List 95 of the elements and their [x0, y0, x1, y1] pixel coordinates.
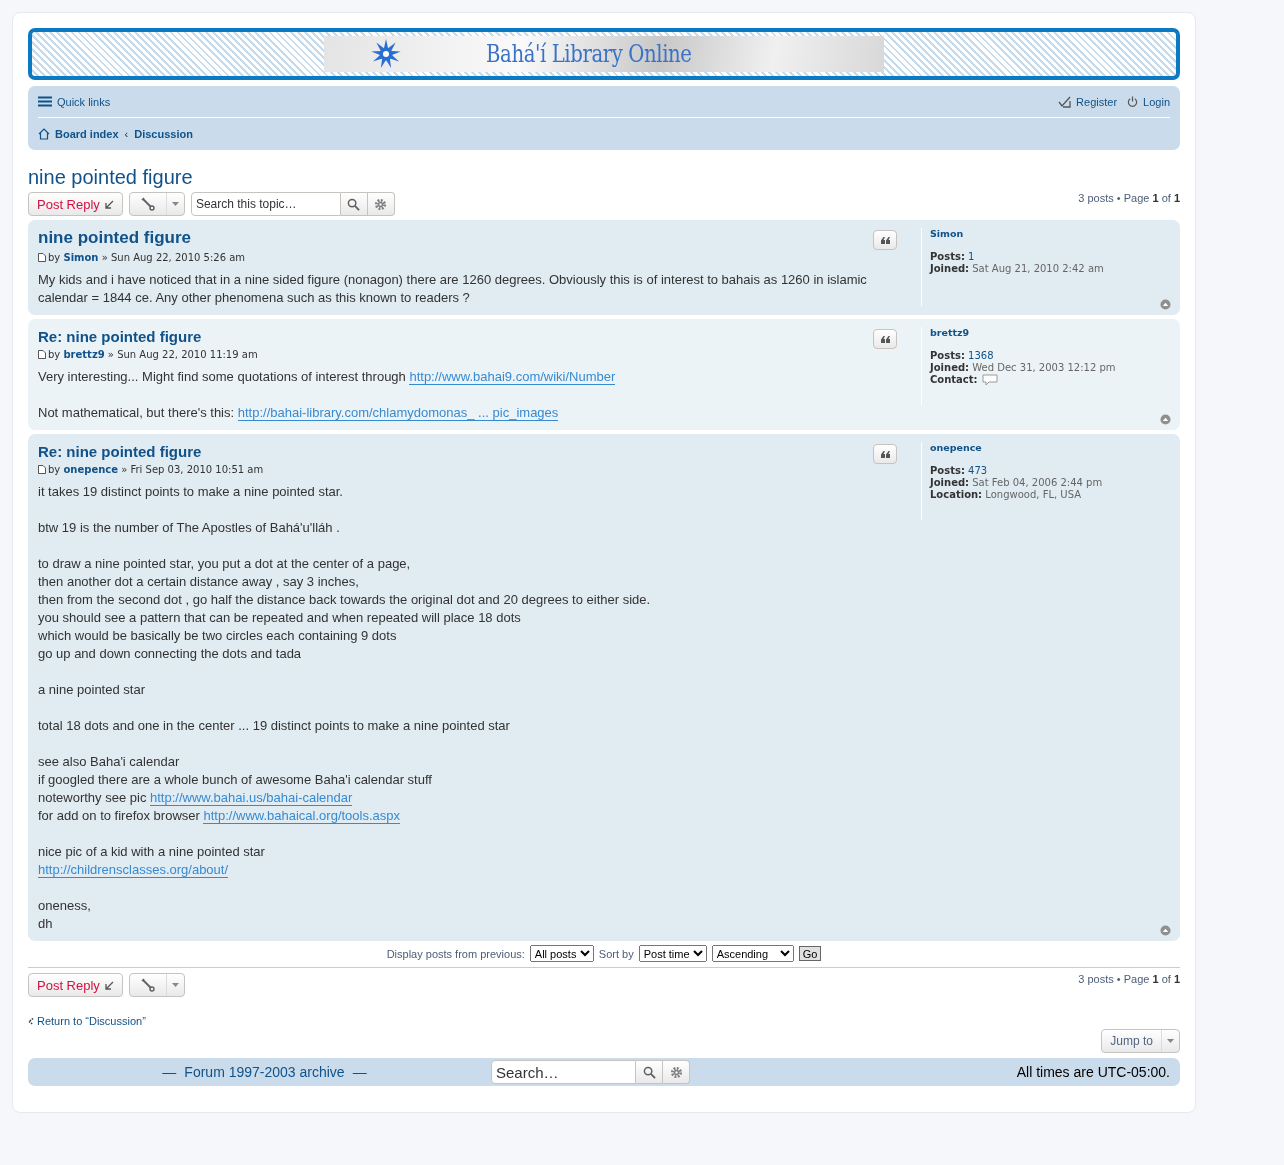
- sort-label: Sort by: [598, 947, 634, 960]
- advanced-search-button[interactable]: [663, 1060, 690, 1084]
- star-icon: [370, 38, 402, 70]
- profile-label: Posts:: [930, 350, 965, 361]
- sort-direction-dropdown[interactable]: Ascending: [711, 945, 794, 962]
- site-search-field[interactable]: Search…: [491, 1060, 636, 1084]
- return-link[interactable]: Return to “Discussion”: [37, 1015, 146, 1027]
- sort-key-dropdown[interactable]: Post time: [638, 945, 707, 962]
- power-icon: [1127, 96, 1139, 107]
- menu-icon: [38, 96, 52, 107]
- register-link[interactable]: Register: [1058, 95, 1118, 108]
- document-icon: [38, 253, 46, 262]
- home-icon: [38, 128, 50, 140]
- quote-button[interactable]: [873, 230, 897, 250]
- profile-label: Location:: [930, 489, 983, 500]
- topic-title[interactable]: nine pointed figure: [28, 166, 1180, 189]
- search-icon: [642, 1065, 656, 1079]
- arrow-icon: [104, 199, 114, 209]
- archive-link[interactable]: Forum 1997-2003 archive: [184, 1064, 345, 1080]
- profile-label: Joined:: [930, 263, 970, 274]
- jump-to-button[interactable]: Jump to: [1101, 1029, 1180, 1053]
- profile-label: Contact:: [930, 374, 978, 386]
- profile-value: Longwood, FL, USA: [985, 489, 1081, 500]
- caret-icon: [171, 202, 179, 206]
- post-count-link[interactable]: 1: [968, 251, 975, 262]
- logo-text: Bahá'í Library Online: [486, 40, 692, 68]
- wrench-icon: [140, 197, 155, 211]
- post-title[interactable]: nine pointed figure: [38, 228, 191, 248]
- display-label: Display posts from previous:: [386, 947, 525, 960]
- dash-text: —: [162, 1064, 177, 1080]
- quote-icon: [880, 236, 890, 244]
- profile-label: Posts:: [930, 251, 965, 262]
- post-byline: by Simon » Sun Aug 22, 2010 5:26 am: [48, 252, 246, 263]
- advanced-search-button[interactable]: [367, 192, 395, 216]
- back-to-top-icon[interactable]: [1160, 414, 1171, 425]
- days-dropdown[interactable]: All posts: [529, 945, 594, 962]
- post-content: My kids and i have noticed that in a nine sided figure (nonagon) there are 1260 degrees. Obviously this is of interest to bahais as 1260 in islamic calendar = 1844 ce. Any other phenomena such as this known to readers ?: [38, 271, 868, 307]
- post-count-link[interactable]: 1368: [968, 350, 994, 361]
- profile-label: Posts:: [930, 465, 965, 476]
- profile-label: Joined:: [930, 362, 970, 373]
- breadcrumb-link[interactable]: Board index: [38, 128, 119, 140]
- profile-value: Sat Feb 04, 2006 2:44 pm: [972, 477, 1103, 488]
- quick-links-menu[interactable]: Quick links: [38, 95, 111, 108]
- post-count-link[interactable]: 473: [968, 465, 988, 476]
- caret-icon: [1167, 1039, 1174, 1043]
- username-link[interactable]: brettz9: [930, 327, 1170, 338]
- profile-label: Joined:: [930, 477, 970, 488]
- post-reply-button[interactable]: Post Reply: [28, 192, 123, 216]
- pagination-text: 3 posts • Page 1 of 1: [1078, 192, 1180, 204]
- speech-bubble-icon[interactable]: [981, 374, 998, 386]
- document-icon: [38, 465, 46, 474]
- profile-value: Wed Dec 31, 2003 12:12 pm: [972, 362, 1116, 373]
- search-button[interactable]: [636, 1060, 663, 1084]
- username-link[interactable]: Simon: [930, 228, 1170, 239]
- author-link[interactable]: onepence: [63, 464, 118, 475]
- breadcrumb-separator: ‹: [124, 128, 129, 140]
- post-byline: by onepence » Fri Sep 03, 2010 10:51 am: [48, 464, 264, 475]
- breadcrumb-link[interactable]: Discussion: [134, 128, 193, 140]
- author-link[interactable]: Simon: [63, 252, 99, 263]
- search-icon: [347, 197, 361, 211]
- chevron-left-icon: [28, 1017, 34, 1025]
- site-logo[interactable]: Bahá'í Library Online: [324, 36, 884, 72]
- author-link[interactable]: brettz9: [63, 349, 105, 360]
- topic-search-field[interactable]: Search this topic…: [190, 192, 341, 216]
- profile-value: Sat Aug 21, 2010 2:42 am: [972, 263, 1104, 274]
- quote-button[interactable]: [873, 444, 897, 464]
- post-reply-button[interactable]: Post Reply: [28, 973, 123, 997]
- post-link[interactable]: http://bahai-library.com/chlamydomonas_ ... pic_images: [237, 405, 559, 421]
- post-content: Very interesting... Might find some quotations of interest through http://www.bahai9.com/wiki/Number Not mathematical, but there's this: http://bahai-library.com/chlamydomonas_ ... pic_images: [38, 368, 617, 422]
- search-button[interactable]: [340, 192, 368, 216]
- quote-icon: [880, 450, 890, 458]
- arrow-icon: [104, 980, 114, 990]
- topic-tools-button[interactable]: [128, 192, 185, 216]
- timezone-text: All times are UTC-05:00.: [1016, 1064, 1170, 1080]
- dash-text: —: [352, 1064, 367, 1080]
- go-button[interactable]: Go: [798, 946, 822, 961]
- back-to-top-icon[interactable]: [1160, 299, 1171, 310]
- post-link[interactable]: http://www.bahai9.com/wiki/Number: [409, 369, 616, 385]
- quote-icon: [880, 335, 890, 343]
- pencil-icon: [1058, 95, 1072, 108]
- caret-icon: [171, 983, 179, 987]
- post-title[interactable]: Re: nine pointed figure: [38, 443, 202, 460]
- settings-icon: [374, 197, 388, 211]
- username-link[interactable]: onepence: [930, 442, 1170, 453]
- post-byline: by brettz9 » Sun Aug 22, 2010 11:19 am: [48, 349, 258, 360]
- back-to-top-icon[interactable]: [1160, 925, 1171, 936]
- topic-tools-button[interactable]: [128, 973, 185, 997]
- login-link[interactable]: Login: [1127, 95, 1170, 108]
- post-title[interactable]: Re: nine pointed figure: [38, 328, 202, 345]
- post-content: it takes 19 distinct points to make a nine pointed star. btw 19 is the number of The Apostles of Bahá'u'lláh . to draw a nine pointed star, you put a dot at the center of a page, then another dot a certain distance away , say 3 inches, then from the second dot , go half the distance back towards the original dot and 20 degrees to either side. you should see a pattern that can be repeated and when repeated will place 18 dots which would be basically be two circles each containing 9 dots go up and down connecting the dots and tada a nine pointed star total 18 dots and one in the center ... 19 distinct points to make a nine pointed star see also Baha'i calendar if googled there are a whole bunch of awesome Baha'i calendar stuff noteworthy see pic http://www.bahai.us/bahai-calendar for add on to firefox browser http://www.bahaical.org/tools.aspx nice pic of a kid with a nine pointed star http://childrensclasses.org/about/ oneness, dh: [38, 483, 652, 933]
- pagination-text: 3 posts • Page 1 of 1: [1078, 973, 1180, 985]
- document-icon: [38, 350, 46, 359]
- quote-button[interactable]: [873, 329, 897, 349]
- settings-icon: [669, 1065, 683, 1079]
- wrench-icon: [140, 978, 155, 992]
